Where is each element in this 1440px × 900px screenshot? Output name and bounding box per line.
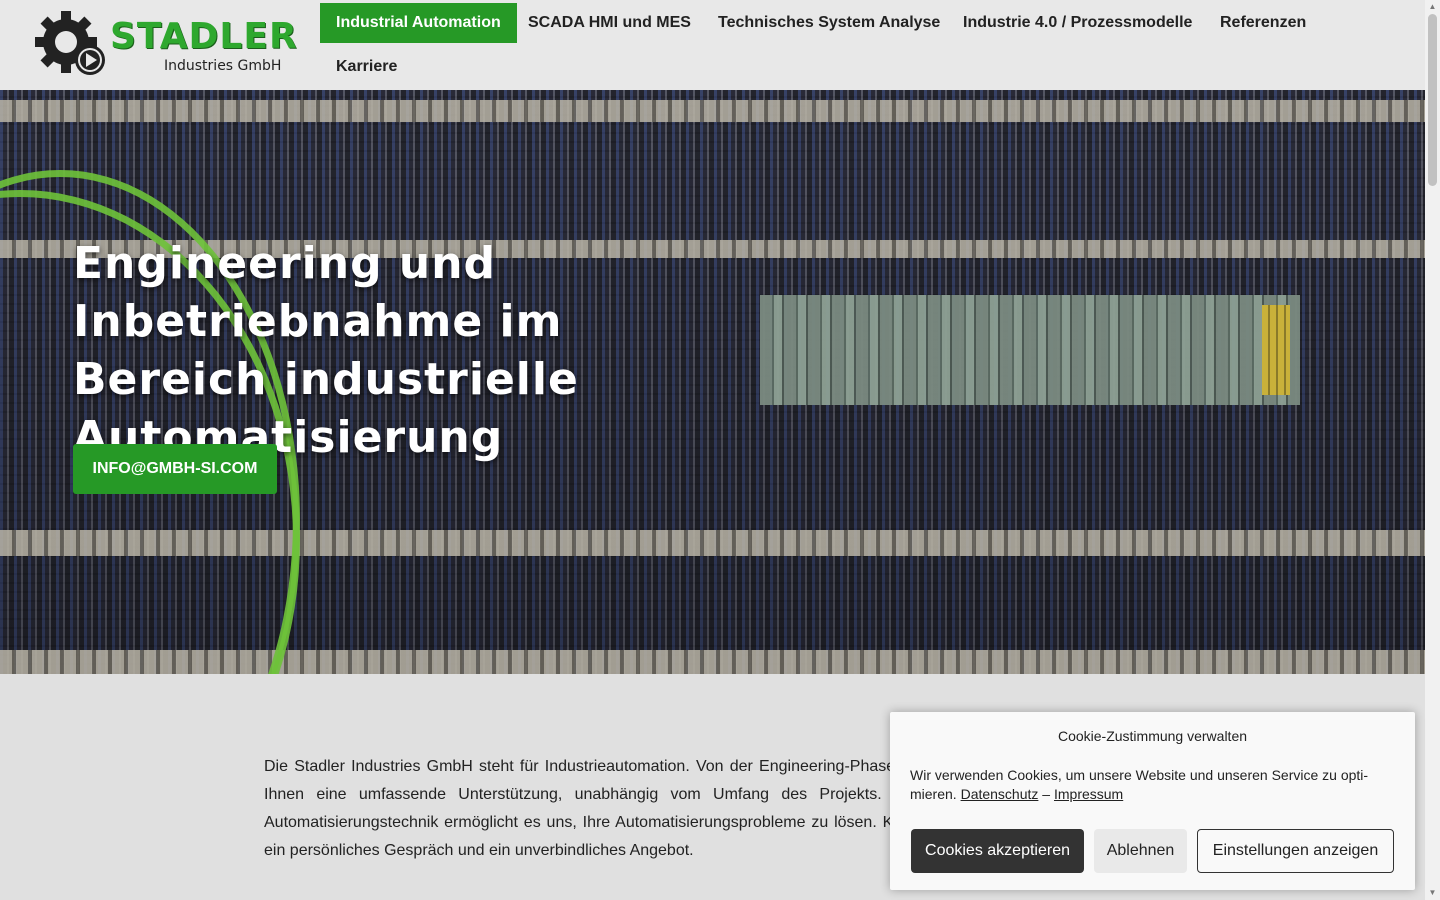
- logo[interactable]: STADLER Industries GmbH: [30, 10, 310, 78]
- scroll-down-arrow-icon[interactable]: ▼: [1425, 886, 1440, 900]
- hero-image-modules: [760, 295, 1300, 405]
- nav-item-system-analyse[interactable]: Technisches System Analyse: [702, 3, 956, 43]
- cookie-settings-button[interactable]: Einstellungen anzeigen: [1197, 829, 1394, 873]
- cookie-title: Cookie-Zustimmung verwalten: [1057, 728, 1248, 744]
- scrollbar-thumb[interactable]: [1428, 14, 1437, 186]
- nav-item-karriere[interactable]: Karriere: [320, 47, 413, 87]
- nav-item-industrie-4[interactable]: Industrie 4.0 / Prozessmodelle: [947, 3, 1208, 43]
- logo-subtitle: Industries GmbH: [164, 58, 282, 74]
- logo-title: STADLER: [110, 16, 298, 57]
- hero-title: Engineering und Inbetriebnahme im Bereic…: [73, 238, 579, 463]
- cookie-link-separator: –: [1042, 786, 1051, 802]
- scroll-up-arrow-icon[interactable]: ▲: [1425, 0, 1440, 14]
- deny-cookies-button[interactable]: Ablehnen: [1094, 829, 1187, 873]
- hero-banner: Engineering und Inbetriebnahme im Bereic…: [0, 90, 1425, 674]
- accept-cookies-button[interactable]: Cookies akzeptieren: [911, 829, 1084, 873]
- site-header: STADLER Industries GmbH Industrial Autom…: [0, 0, 1425, 90]
- page-scrollbar[interactable]: ▲ ▼: [1425, 0, 1440, 900]
- cookie-consent-banner: Cookie-Zustimmung verwalten Wir verwende…: [890, 712, 1415, 890]
- imprint-link[interactable]: Impressum: [1054, 786, 1123, 802]
- hero-image-module-yellow: [1262, 305, 1290, 395]
- privacy-link[interactable]: Datenschutz: [961, 786, 1039, 802]
- cookie-text: Wir verwenden Cookies, um unsere Website…: [910, 766, 1400, 804]
- nav-item-scada-hmi-mes[interactable]: SCADA HMI und MES: [512, 3, 707, 43]
- nav-item-industrial-automation[interactable]: Industrial Automation: [320, 3, 517, 43]
- gear-play-icon: [35, 11, 105, 75]
- nav-item-referenzen[interactable]: Referenzen: [1204, 3, 1322, 43]
- contact-email-button[interactable]: INFO@GMBH-SI.COM: [73, 444, 277, 494]
- hero-image-rail: [0, 100, 1425, 122]
